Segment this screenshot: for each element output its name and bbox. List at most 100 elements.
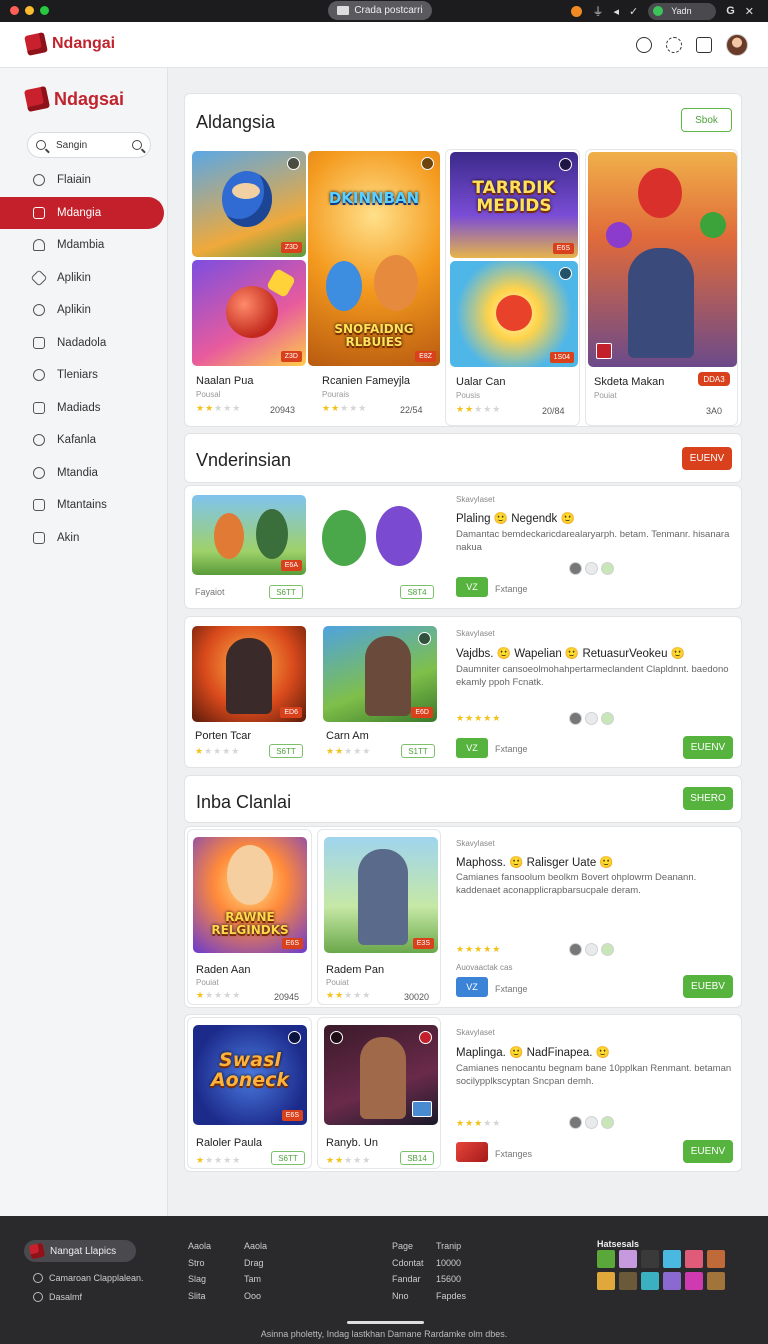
row-heading[interactable]: Plaling 🙂 Negendk 🙂 [456,511,575,525]
favorite-icon[interactable] [559,267,572,280]
sidebar-item-kafanla[interactable]: Kafanla [0,424,168,457]
game-title[interactable]: Naalan Pua [196,375,254,387]
game-card[interactable]: Z3D Z3D DKINNBAN SNOFAIDNG RLBUIES E8Z N… [190,149,440,426]
footer-link[interactable]: Slita [188,1288,211,1305]
sidebar-item-flaiain[interactable]: Flaiain [0,164,168,197]
game-thumbnail[interactable] [597,1272,615,1290]
price-tag[interactable]: S8T4 [400,585,434,599]
game-title[interactable]: Ualar Can [456,376,506,388]
game-art[interactable]: RAWNE RELGINDKS E6S [193,837,307,953]
game-card[interactable]: TARRDIK MEDIDS E6S 1S04 Ualar Can Pousis… [445,149,580,426]
footer-link[interactable]: Aaola [244,1238,267,1255]
row-action-button[interactable]: EUENV [683,736,733,759]
sidebar-item-mtantains[interactable]: Mtantains [0,489,168,522]
game-thumbnail[interactable] [641,1250,659,1268]
sidebar-item-tleniars[interactable]: Tleniars [0,359,168,392]
close-window-icon[interactable] [10,6,19,15]
footer-link[interactable]: Tranip [436,1238,466,1255]
sidebar-logo[interactable]: Ndagsai [23,85,124,113]
section-action-button[interactable]: EUENV [682,447,732,470]
game-art[interactable]: ED6 [192,626,306,722]
footer-link[interactable]: Page [392,1238,424,1255]
flag-icon[interactable]: ◂ [613,5,619,18]
game-title[interactable]: Skdeta Makan [594,376,664,388]
footer-link[interactable]: Cdontat [392,1255,424,1272]
sidebar-item-aplikin-2[interactable]: Aplikin [0,294,168,327]
footer-link[interactable]: Stro [188,1255,211,1272]
search-submit-icon[interactable] [132,140,142,150]
game-thumbnail[interactable] [597,1250,615,1268]
footer-link[interactable]: Aaola [188,1238,211,1255]
game-title[interactable]: Rcanien Fameyjla [322,375,410,387]
maximize-window-icon[interactable] [40,6,49,15]
search-input[interactable]: Sangin [27,132,151,158]
game-card[interactable]: RAWNE RELGINDKS E6S Raden Aan Pouiat ★★★… [187,829,312,1005]
row-heading[interactable]: Maphoss. 🙂 Ralisger Uate 🙂 [456,855,614,869]
game-art[interactable]: E6A [192,495,306,575]
row-heading[interactable]: Vajdbs. 🙂 Wapelian 🙂 RetuasurVeokeu 🙂 [456,646,685,660]
game-thumbnail[interactable] [663,1272,681,1290]
footer-link[interactable]: Ooo [244,1288,267,1305]
game-thumbnail[interactable] [641,1272,659,1290]
sidebar-item-mdangia[interactable]: Mdangia [0,196,164,229]
game-art[interactable]: Z3D [192,260,306,366]
minimize-window-icon[interactable] [25,6,34,15]
notification-icon[interactable] [571,5,583,17]
settings-icon[interactable] [666,37,682,53]
game-art[interactable]: DKINNBAN SNOFAIDNG RLBUIES E8Z [308,151,440,366]
game-art[interactable]: E6D [323,626,437,722]
game-card[interactable]: Swasl Aoneck E6S Raloler Paula ★★★★★ S6T… [187,1017,312,1169]
address-bar[interactable]: Crada postcarri [328,1,432,20]
footer-link[interactable]: 15600 [436,1271,466,1288]
sidebar-item-mtandia[interactable]: Mtandia [0,457,168,490]
row-heading[interactable]: Maplinga. 🙂 NadFinapea. 🙂 [456,1045,610,1059]
price-tag[interactable]: SB14 [400,1151,434,1165]
footer-link[interactable]: Fandar [392,1271,424,1288]
footer-brand[interactable]: Nangat Llapics [24,1240,136,1262]
sidebar-item-aplikin-1[interactable]: Aplikin [0,262,168,295]
favorite-icon[interactable] [421,157,434,170]
footer-link[interactable]: Tam [244,1271,267,1288]
footer-link[interactable]: Slag [188,1271,211,1288]
sidebar-item-madiads[interactable]: Madiads [0,392,168,425]
mushroom-icon[interactable]: ⏚ [592,3,603,19]
footer-link[interactable]: Camaroan Clapplalean. [33,1273,144,1283]
game-title[interactable]: Radem Pan [326,964,384,976]
row-action-button[interactable]: EUENV [683,1140,733,1163]
row-action-button[interactable]: EUEBV [683,975,733,998]
game-thumbnail[interactable] [707,1250,725,1268]
game-title[interactable]: Ranyb. Un [326,1137,378,1149]
price-tag[interactable]: S6TT [269,585,303,599]
game-title[interactable]: Raloler Paula [196,1137,262,1149]
footer-link[interactable]: Nno [392,1288,424,1305]
game-thumbnail[interactable] [619,1272,637,1290]
sidebar-item-nadadola[interactable]: Nadadola [0,327,168,360]
game-title[interactable]: Raden Aan [196,964,250,976]
game-card[interactable]: E3S Radem Pan Pouiat ★★★★★ 30020 [317,829,441,1005]
sidebar-item-akin[interactable]: Akin [0,522,168,555]
footer-link[interactable]: Drag [244,1255,267,1272]
check-icon[interactable]: ✓ [629,5,638,18]
section-action-button[interactable]: SHERO [683,787,733,810]
game-title[interactable]: Porten Tcar [195,730,251,742]
game-art[interactable]: Swasl Aoneck E6S [193,1025,307,1125]
game-card[interactable]: Ranyb. Un ★★★★★ SB14 [317,1017,441,1169]
footer-link[interactable]: Fapdes [436,1288,466,1305]
price-tag[interactable]: S6TT [269,744,303,758]
notifications-icon[interactable] [696,37,712,53]
favorite-icon[interactable] [418,632,431,645]
game-art[interactable] [588,152,737,367]
game-card[interactable]: Skdeta Makan Pouiat DDA3 3A0 [585,149,738,426]
game-art[interactable]: E3S [324,837,438,953]
game-thumbnail[interactable] [619,1250,637,1268]
info-icon[interactable] [636,37,652,53]
favorite-icon[interactable] [288,1031,301,1044]
game-art[interactable] [324,1025,438,1125]
footer-link[interactable]: Dasalmf [33,1292,82,1302]
sidebar-item-mdambia[interactable]: Mdambia [0,229,168,262]
game-thumbnail[interactable] [707,1272,725,1290]
game-title[interactable]: Carn Am [326,730,369,742]
game-title[interactable]: Fayaiot [195,587,225,597]
game-thumbnail[interactable] [663,1250,681,1268]
game-art[interactable]: 1S04 [450,261,578,367]
